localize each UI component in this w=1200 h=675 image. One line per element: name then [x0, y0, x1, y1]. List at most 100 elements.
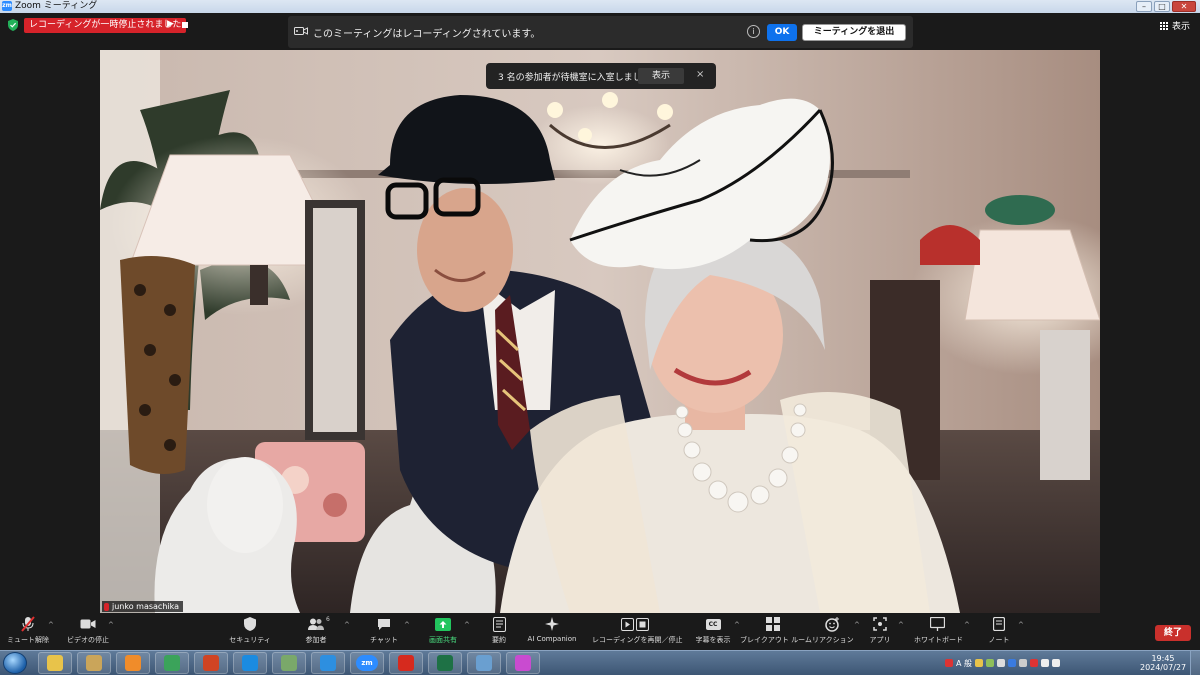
taskbar-app-folder[interactable] — [77, 652, 111, 674]
view-button[interactable]: 表示 — [1159, 19, 1190, 32]
folder-icon — [86, 655, 102, 671]
taskbar-app-chrome[interactable] — [155, 652, 189, 674]
video-options-caret-icon[interactable]: ^ — [108, 621, 114, 629]
security-label: セキュリティ — [229, 636, 271, 644]
help-icon[interactable] — [1008, 659, 1017, 667]
close-window-button[interactable]: ✕ — [1172, 1, 1196, 12]
grid-view-icon — [1159, 21, 1168, 30]
recording-notice-text: このミーティングはレコーディングされています。 — [313, 29, 541, 40]
captions-options-caret-icon[interactable]: ^ — [734, 621, 740, 629]
leave-meeting-button[interactable]: ミーティングを退出 — [802, 24, 906, 41]
waiting-room-message: 3 名の参加者が待機室に入室しました — [498, 73, 651, 83]
participants-options-caret-icon[interactable]: ^ — [344, 621, 350, 629]
apps-options-caret-icon[interactable]: ^ — [898, 621, 904, 629]
unmute-button[interactable]: ミュート解除 ^ — [4, 616, 54, 645]
reactions-label: リアクション — [812, 636, 854, 644]
reactions-options-caret-icon[interactable]: ^ — [854, 621, 860, 629]
taskbar-app-acrobat[interactable] — [389, 652, 423, 674]
stop-recording-icon[interactable] — [182, 22, 188, 28]
speaker-icon[interactable] — [1041, 659, 1050, 667]
minimize-button[interactable]: – — [1136, 1, 1152, 12]
participants-label: 参加者 — [305, 636, 327, 644]
whiteboard-options-caret-icon[interactable]: ^ — [964, 621, 970, 629]
whiteboard-icon — [929, 617, 945, 631]
taskbar-app-ie[interactable] — [311, 652, 345, 674]
show-waiting-room-button[interactable]: 表示 — [638, 68, 684, 84]
taskbar-app-explorer[interactable] — [38, 652, 72, 674]
apps-button[interactable]: アプリ ^ — [866, 616, 904, 645]
zoom-window: zm Zoom ミーティング – □ ✕ レコーディングが一時停止されました ▶… — [0, 0, 1200, 675]
breakout-rooms-label: ブレイクアウト ルーム — [740, 636, 812, 644]
network-icon[interactable] — [1052, 659, 1061, 667]
clock-date: 2024/07/27 — [1140, 663, 1187, 672]
muted-mic-icon — [104, 602, 109, 611]
participant-name-tag: junko masachika — [102, 601, 183, 612]
participant-video[interactable]: junko masachika — [100, 50, 1100, 613]
video-icon — [80, 619, 96, 629]
notes-button[interactable]: ノート ^ — [986, 616, 1024, 645]
show-desktop-button[interactable] — [1190, 651, 1200, 675]
whiteboard-button[interactable]: ホワイトボード ^ — [914, 616, 970, 645]
reactions-icon — [824, 616, 839, 632]
unmute-label: ミュート解除 — [7, 636, 49, 644]
recording-camera-icon — [294, 27, 308, 35]
participants-button[interactable]: 参加者 6 ^ — [298, 616, 350, 645]
chat-options-caret-icon[interactable]: ^ — [404, 621, 410, 629]
taskbar-app-edge[interactable] — [233, 652, 267, 674]
ai-companion-button[interactable]: AI Companion — [524, 616, 580, 643]
explorer-icon — [47, 655, 63, 671]
powerpoint-icon — [203, 655, 219, 671]
taskbar-app-mail[interactable] — [272, 652, 306, 674]
share-options-caret-icon[interactable]: ^ — [464, 621, 470, 629]
tray-app-icon[interactable] — [1030, 659, 1039, 667]
clock-time: 19:45 — [1151, 654, 1175, 663]
chat-label: チャット — [370, 636, 398, 644]
notes-icon — [993, 617, 1005, 631]
taskbar-app-zoom[interactable]: zm — [350, 652, 384, 674]
acrobat-icon — [398, 655, 414, 671]
resume-recording-icon[interactable]: ▶ — [167, 19, 174, 29]
share-screen-label: 画面共有 — [429, 636, 457, 644]
taskbar-app-photos[interactable] — [467, 652, 501, 674]
taskbar-app-color-app[interactable] — [506, 652, 540, 674]
end-meeting-button[interactable]: 終了 — [1155, 625, 1191, 641]
record-resume-stop-icon — [621, 617, 649, 631]
security-button[interactable]: セキュリティ — [228, 616, 272, 645]
encryption-shield-icon[interactable] — [8, 19, 18, 31]
info-icon[interactable]: i — [747, 25, 760, 38]
ai-companion-label: AI Companion — [527, 635, 577, 643]
recording-resume-stop-button[interactable]: レコーディングを再開／停止 — [592, 616, 683, 645]
close-icon[interactable]: × — [696, 69, 704, 80]
reactions-button[interactable]: リアクション ^ — [812, 616, 860, 645]
captions-icon: CC — [705, 618, 721, 630]
maximize-button[interactable]: □ — [1154, 1, 1170, 12]
tray-app-icon[interactable] — [975, 659, 984, 667]
taskbar-app-powerpoint[interactable] — [194, 652, 228, 674]
breakout-rooms-button[interactable]: ブレイクアウト ルーム — [740, 616, 812, 645]
taskbar-app-media[interactable] — [116, 652, 150, 674]
start-button[interactable] — [3, 652, 27, 674]
summary-button[interactable]: 要約 — [483, 616, 515, 645]
stop-video-button[interactable]: ビデオの停止 ^ — [64, 616, 114, 645]
ai-companion-icon — [545, 617, 559, 631]
media-icon — [125, 655, 141, 671]
tray-app-icon[interactable] — [986, 659, 995, 667]
audio-options-caret-icon[interactable]: ^ — [48, 621, 54, 629]
mail-icon — [281, 655, 297, 671]
taskbar-app-excel[interactable] — [428, 652, 462, 674]
edge-icon — [242, 655, 258, 671]
tray-app-icon[interactable] — [997, 659, 1006, 667]
share-screen-button[interactable]: 画面共有 ^ — [422, 616, 470, 645]
share-screen-icon — [435, 617, 451, 631]
flag-icon[interactable] — [1019, 659, 1028, 667]
taskbar-clock[interactable]: 19:45 2024/07/27 — [1140, 654, 1186, 672]
chat-button[interactable]: チャット ^ — [366, 616, 410, 645]
captions-button[interactable]: CC 字幕を表示 ^ — [692, 616, 740, 645]
tray-alert-icon[interactable] — [945, 659, 953, 667]
notes-options-caret-icon[interactable]: ^ — [1018, 621, 1024, 629]
system-tray: A 般 — [945, 655, 1085, 671]
ime-indicator[interactable]: A 般 — [956, 658, 972, 669]
photos-icon — [476, 655, 492, 671]
ok-button[interactable]: OK — [767, 24, 797, 41]
summary-icon — [492, 616, 506, 632]
